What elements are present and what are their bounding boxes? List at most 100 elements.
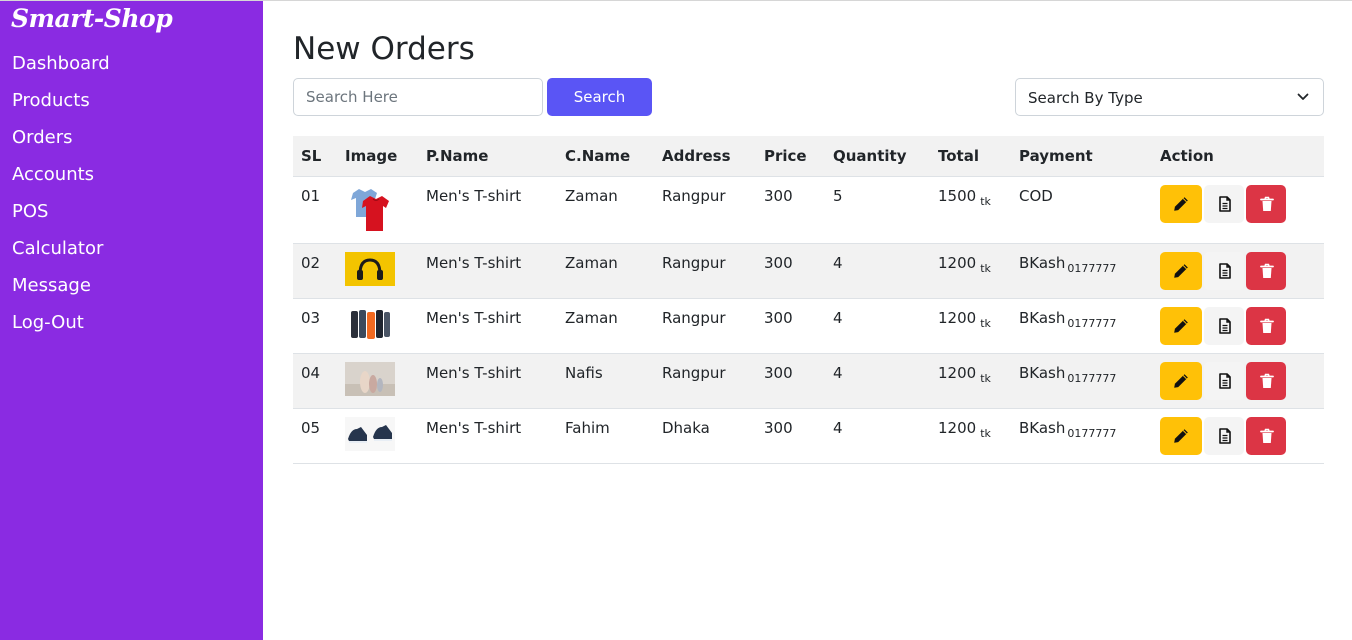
table-row: 01 Men's T-shirt Zaman Rangpur 300 5 150… [293, 176, 1324, 244]
payment-account: 0177777 [1067, 261, 1117, 275]
sidebar-item-pos[interactable]: POS [12, 201, 110, 238]
view-invoice-button[interactable] [1204, 306, 1244, 345]
tshirt-image [351, 188, 389, 231]
sidebar-item-logout[interactable]: Log-Out [12, 312, 110, 349]
trash-icon [1260, 428, 1274, 443]
cell-image [337, 298, 418, 354]
document-icon [1219, 427, 1231, 444]
cell-image [337, 408, 418, 464]
edit-button[interactable] [1160, 251, 1202, 290]
cell-address: Dhaka [654, 408, 756, 464]
cell-customer-name: Fahim [557, 408, 654, 464]
cell-actions [1152, 243, 1324, 299]
payment-method: BKash [1019, 308, 1066, 327]
table-row: 05 Men's T-shirt Fahim Dhaka 300 4 1200 t… [293, 408, 1324, 464]
table-header-row: SL Image P.Name C.Name Address Price Qua… [293, 136, 1324, 177]
payment-method: BKash [1019, 253, 1066, 272]
cell-address: Rangpur [654, 298, 756, 354]
brand-logo[interactable]: Smart-Shop [11, 4, 173, 33]
page-title: New Orders [293, 31, 475, 67]
cell-sl: 05 [293, 408, 337, 464]
cell-customer-name: Zaman [557, 243, 654, 299]
vases-image [345, 361, 395, 396]
total-value: 1200 [938, 363, 977, 382]
document-icon [1219, 262, 1231, 279]
search-input[interactable] [293, 78, 543, 116]
pencil-icon [1174, 263, 1188, 278]
cell-price: 300 [756, 353, 825, 409]
cell-total: 1200 tk [930, 408, 1011, 464]
sneakers-image [345, 416, 395, 451]
column-header-price: Price [756, 136, 825, 177]
trash-icon [1260, 373, 1274, 388]
search-by-type-select[interactable]: Search By Type [1015, 78, 1324, 116]
document-icon [1219, 317, 1231, 334]
sidebar: Smart-Shop Dashboard Products Orders Acc… [0, 1, 263, 640]
trash-icon [1260, 196, 1274, 211]
select-value: Search By Type [1028, 89, 1143, 107]
edit-button[interactable] [1160, 306, 1202, 345]
cell-customer-name: Zaman [557, 298, 654, 354]
sidebar-item-orders[interactable]: Orders [12, 127, 110, 164]
delete-button[interactable] [1246, 251, 1286, 290]
edit-button[interactable] [1160, 416, 1202, 455]
cell-payment: BKash 0177777 [1011, 408, 1152, 464]
payment-method: COD [1019, 186, 1053, 205]
sidebar-item-accounts[interactable]: Accounts [12, 164, 110, 201]
delete-button[interactable] [1246, 416, 1286, 455]
delete-button[interactable] [1246, 306, 1286, 345]
cell-quantity: 4 [825, 353, 930, 409]
currency-unit: tk [980, 426, 991, 440]
cell-total: 1200 tk [930, 298, 1011, 354]
currency-unit: tk [980, 316, 991, 330]
view-invoice-button[interactable] [1204, 361, 1244, 400]
table-row: 03 Men's T-shirt Zaman Rangpur 300 4 120… [293, 298, 1324, 354]
column-header-address: Address [654, 136, 756, 177]
cell-product-name: Men's T-shirt [418, 353, 557, 409]
trash-icon [1260, 318, 1274, 333]
cell-total: 1200 tk [930, 353, 1011, 409]
cell-image [337, 353, 418, 409]
cell-payment: BKash 0177777 [1011, 243, 1152, 299]
sidebar-item-calculator[interactable]: Calculator [12, 238, 110, 275]
column-header-pname: P.Name [418, 136, 557, 177]
total-value: 1500 [938, 186, 977, 205]
cell-quantity: 4 [825, 243, 930, 299]
cell-quantity: 5 [825, 176, 930, 244]
sidebar-item-message[interactable]: Message [12, 275, 110, 312]
sidebar-item-products[interactable]: Products [12, 90, 110, 127]
cell-sl: 03 [293, 298, 337, 354]
cell-sl: 04 [293, 353, 337, 409]
currency-unit: tk [980, 261, 991, 275]
cell-payment: BKash 0177777 [1011, 353, 1152, 409]
column-header-action: Action [1152, 136, 1324, 177]
cell-payment: COD [1011, 176, 1152, 244]
pencil-icon [1174, 196, 1188, 211]
view-invoice-button[interactable] [1204, 416, 1244, 455]
payment-account: 0177777 [1067, 316, 1117, 330]
column-header-payment: Payment [1011, 136, 1152, 177]
edit-button[interactable] [1160, 184, 1202, 223]
pencil-icon [1174, 428, 1188, 443]
cell-price: 300 [756, 243, 825, 299]
view-invoice-button[interactable] [1204, 251, 1244, 290]
cell-product-name: Men's T-shirt [418, 176, 557, 244]
cell-sl: 01 [293, 176, 337, 244]
pencil-icon [1174, 318, 1188, 333]
total-value: 1200 [938, 418, 977, 437]
sidebar-item-dashboard[interactable]: Dashboard [12, 53, 110, 90]
bottles-image [345, 306, 395, 341]
delete-button[interactable] [1246, 184, 1286, 223]
search-button[interactable]: Search [547, 78, 652, 116]
cell-actions [1152, 298, 1324, 354]
view-invoice-button[interactable] [1204, 184, 1244, 223]
edit-button[interactable] [1160, 361, 1202, 400]
chevron-down-icon [1297, 93, 1309, 100]
cell-image [337, 243, 418, 299]
trash-icon [1260, 263, 1274, 278]
column-header-image: Image [337, 136, 418, 177]
delete-button[interactable] [1246, 361, 1286, 400]
cell-price: 300 [756, 176, 825, 244]
cell-sl: 02 [293, 243, 337, 299]
cell-customer-name: Nafis [557, 353, 654, 409]
